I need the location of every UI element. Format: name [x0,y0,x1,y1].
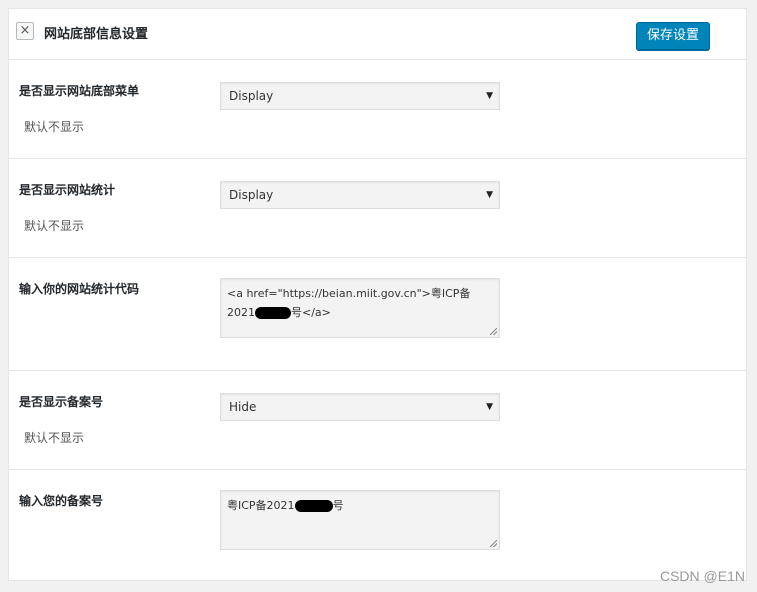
resize-handle-icon[interactable] [490,328,497,335]
icp-number-suffix: 号 [332,499,344,512]
settings-panel: × 网站底部信息设置 保存设置 是否显示网站底部菜单 Display ▼ 默认不… [8,8,747,581]
redaction-mark [294,500,333,512]
site-stats-select-value: Display [229,188,274,202]
icp-number-label: 输入您的备案号 [19,494,104,508]
close-button[interactable]: × [16,22,34,40]
chevron-down-icon: ▼ [486,91,493,101]
setting-row-icp-display: 是否显示备案号 Hide ▼ 默认不显示 [9,371,746,470]
icp-display-select[interactable]: Hide ▼ [220,393,500,421]
chevron-down-icon: ▼ [486,402,493,412]
chevron-down-icon: ▼ [486,190,493,200]
stats-code-line2-prefix: 2021 [227,306,255,319]
icp-number-textarea[interactable]: 粤ICP备2021 号 [220,490,500,550]
icp-display-label: 是否显示备案号 [19,395,104,409]
footer-menu-select-value: Display [229,89,274,103]
page-title: 网站底部信息设置 [44,27,149,42]
stats-code-line1: <a href="https://beian.miit.gov.cn">粤ICP… [227,287,471,300]
site-stats-select[interactable]: Display ▼ [220,181,500,209]
setting-row-stats-code: 输入你的网站统计代码 <a href="https://beian.miit.g… [9,258,746,371]
redaction-mark [255,307,291,319]
footer-menu-select[interactable]: Display ▼ [220,82,500,110]
resize-handle-icon[interactable] [490,540,497,547]
icp-number-prefix: 粤ICP备2021 [227,499,295,512]
footer-menu-label: 是否显示网站底部菜单 [19,84,140,98]
close-icon: × [19,23,31,38]
panel-header: × 网站底部信息设置 保存设置 [9,9,746,60]
site-stats-desc: 默认不显示 [24,219,85,233]
site-stats-label: 是否显示网站统计 [19,183,116,197]
setting-row-footer-menu: 是否显示网站底部菜单 Display ▼ 默认不显示 [9,60,746,159]
icp-display-desc: 默认不显示 [24,431,85,445]
save-settings-button[interactable]: 保存设置 [636,22,710,50]
stats-code-textarea[interactable]: <a href="https://beian.miit.gov.cn">粤ICP… [220,278,500,338]
watermark: CSDN @E1N [659,568,745,584]
icp-display-select-value: Hide [229,400,257,414]
stats-code-label: 输入你的网站统计代码 [19,282,140,296]
footer-menu-desc: 默认不显示 [24,120,85,134]
setting-row-site-stats: 是否显示网站统计 Display ▼ 默认不显示 [9,159,746,258]
setting-row-icp-number: 输入您的备案号 粤ICP备2021 号 [9,470,746,582]
stats-code-line2-suffix: 号</a> [291,306,331,319]
